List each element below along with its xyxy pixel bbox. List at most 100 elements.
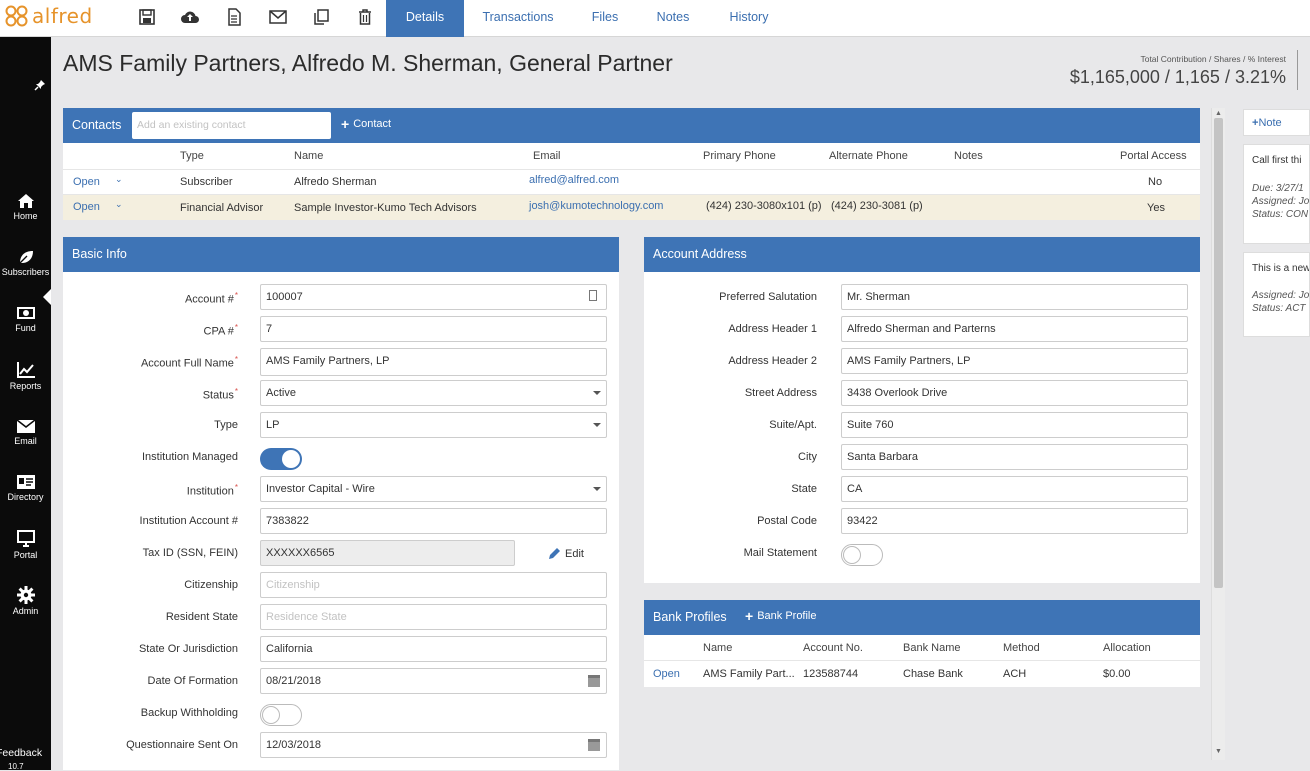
field-label: Date Of Formation [147,675,238,687]
add-note-label: +Note [1252,117,1282,129]
note-text: Call first thi [1252,155,1302,166]
column-header: Method [1003,642,1040,654]
add-bank-profile-button[interactable]: + Bank Profile [745,609,817,623]
jurisdiction-input[interactable]: California [260,636,607,662]
backup-withholding-toggle[interactable] [260,704,302,726]
column-header: Allocation [1103,642,1151,654]
account-number-input[interactable]: 100007 [260,284,607,310]
field-label: Institution Managed [141,451,238,463]
pin-icon[interactable] [34,79,46,91]
chevron-down-icon[interactable]: ⌄ [115,199,123,210]
open-link[interactable]: Open [73,201,100,213]
contact-search-input[interactable]: Add an existing contact [132,112,331,139]
note-card[interactable]: Call first thi Due: 3/27/1 Assigned: Jo … [1243,144,1310,244]
add-contact-button[interactable]: + Contact [341,115,391,132]
save-icon[interactable] [138,8,156,26]
contacts-panel: Contacts Add an existing contact + Conta… [63,108,1200,220]
open-link[interactable]: Open [73,176,100,188]
field-label: Account #* [184,291,238,306]
city-input[interactable]: Santa Barbara [841,444,1188,470]
address-header-2-input[interactable]: AMS Family Partners, LP [841,348,1188,374]
sidebar-item-label: Email [14,436,37,446]
state-input[interactable]: CA [841,476,1188,502]
calculator-icon[interactable] [589,290,597,301]
table-row[interactable]: Open ⌄ Financial Advisor Sample Investor… [63,194,1200,220]
cloud-upload-icon[interactable] [180,8,199,26]
trash-icon[interactable] [357,8,375,26]
citizenship-input[interactable]: Citizenship [260,572,607,598]
sidebar-item-fund[interactable]: Fund [0,305,51,333]
feedback-link[interactable]: Feedback [0,747,42,759]
account-address-panel: Account Address Preferred Salutation Mr.… [644,237,1200,583]
scrollbar[interactable]: ▲ ▼ [1211,108,1225,760]
resident-state-input[interactable]: Residence State [260,604,607,630]
sidebar-item-label: Subscribers [1,267,50,277]
suite-input[interactable]: Suite 760 [841,412,1188,438]
note-status: Status: CON [1252,209,1309,220]
street-address-input[interactable]: 3438 Overlook Drive [841,380,1188,406]
sidebar-item-email[interactable]: Email [0,418,51,446]
copy-icon[interactable] [312,8,330,26]
questionnaire-date-input[interactable]: 12/03/2018 [260,732,607,758]
sidebar-item-reports[interactable]: Reports [0,361,51,391]
summary-label: Total Contribution / Shares / % Interest [1140,54,1286,64]
sidebar-item-subscribers[interactable]: Subscribers [0,249,51,277]
alfred-logo[interactable]: alfred [4,3,93,29]
email-icon[interactable] [268,8,287,26]
note-card[interactable]: This is a new Assigned: Jo Status: ACT [1243,252,1310,337]
scroll-up-icon[interactable]: ▲ [1215,110,1222,117]
bank-name: Chase Bank [903,668,963,680]
basic-info-title: Basic Info [72,247,127,261]
column-header: Name [294,150,324,162]
tab-details[interactable]: Details [386,0,464,37]
sidebar-item-home[interactable]: Home [0,193,51,221]
table-row[interactable]: Open ⌄ Subscriber Alfredo Sherman alfred… [63,169,1200,194]
tab-history[interactable]: History [719,0,779,37]
field-label: Address Header 2 [728,355,817,367]
basic-info-header: Basic Info [63,237,619,272]
scrollbar-thumb[interactable] [1214,118,1223,588]
field-label: State [791,483,817,495]
institution-managed-toggle[interactable] [260,448,302,470]
address-header-1-input[interactable]: Alfredo Sherman and Parterns [841,316,1188,342]
open-link[interactable]: Open [653,668,680,680]
formation-date-input[interactable]: 08/21/2018 [260,668,607,694]
sidebar-item-directory[interactable]: Directory [0,474,51,502]
institution-select[interactable]: Investor Capital - Wire [260,476,607,502]
institution-account-input[interactable]: 7383822 [260,508,607,534]
mail-statement-toggle[interactable] [841,544,883,566]
sidebar-item-portal[interactable]: Portal [0,530,51,560]
tab-notes[interactable]: Notes [648,0,698,37]
sidebar-item-admin[interactable]: Admin [0,586,51,616]
contact-type: Subscriber [180,176,233,188]
chevron-down-icon[interactable]: ⌄ [115,174,123,185]
column-header: Name [703,642,733,654]
plus-icon: + [341,115,350,132]
bank-profiles-panel: Bank Profiles + Bank Profile Name Accoun… [644,600,1200,687]
scroll-down-icon[interactable]: ▼ [1215,748,1222,755]
type-select[interactable]: LP [260,412,607,438]
contact-email[interactable]: alfred@alfred.com [529,174,619,186]
contact-email[interactable]: josh@kumotechnology.com [529,200,663,212]
document-icon[interactable] [225,8,243,26]
cpa-number-input[interactable]: 7 [260,316,607,342]
bank-profiles-title: Bank Profiles [653,610,727,624]
note-assigned: Assigned: Jo [1252,196,1310,207]
alternate-phone: (424) 230-3081 (p) [831,200,923,212]
field-label: Questionnaire Sent On [126,739,238,751]
status-select[interactable]: Active [260,380,607,406]
table-row[interactable]: Open AMS Family Part... 123588744 Chase … [644,660,1200,687]
account-full-name-input[interactable]: AMS Family Partners, LP [260,348,607,376]
column-header: Primary Phone [703,150,776,162]
top-bar: alfred Details Transactions Files Notes … [0,0,1310,37]
logo-mark-icon [5,5,28,27]
note-text: This is a new [1252,263,1310,274]
contact-name: Alfredo Sherman [294,176,377,188]
tab-files[interactable]: Files [583,0,627,37]
add-note-button[interactable]: +Note [1243,109,1310,136]
postal-code-input[interactable]: 93422 [841,508,1188,534]
summary-value: $1,165,000 / 1,165 / 3.21% [1069,67,1286,87]
edit-tax-id-button[interactable]: Edit [547,547,584,561]
salutation-input[interactable]: Mr. Sherman [841,284,1188,310]
tab-transactions[interactable]: Transactions [472,0,564,37]
